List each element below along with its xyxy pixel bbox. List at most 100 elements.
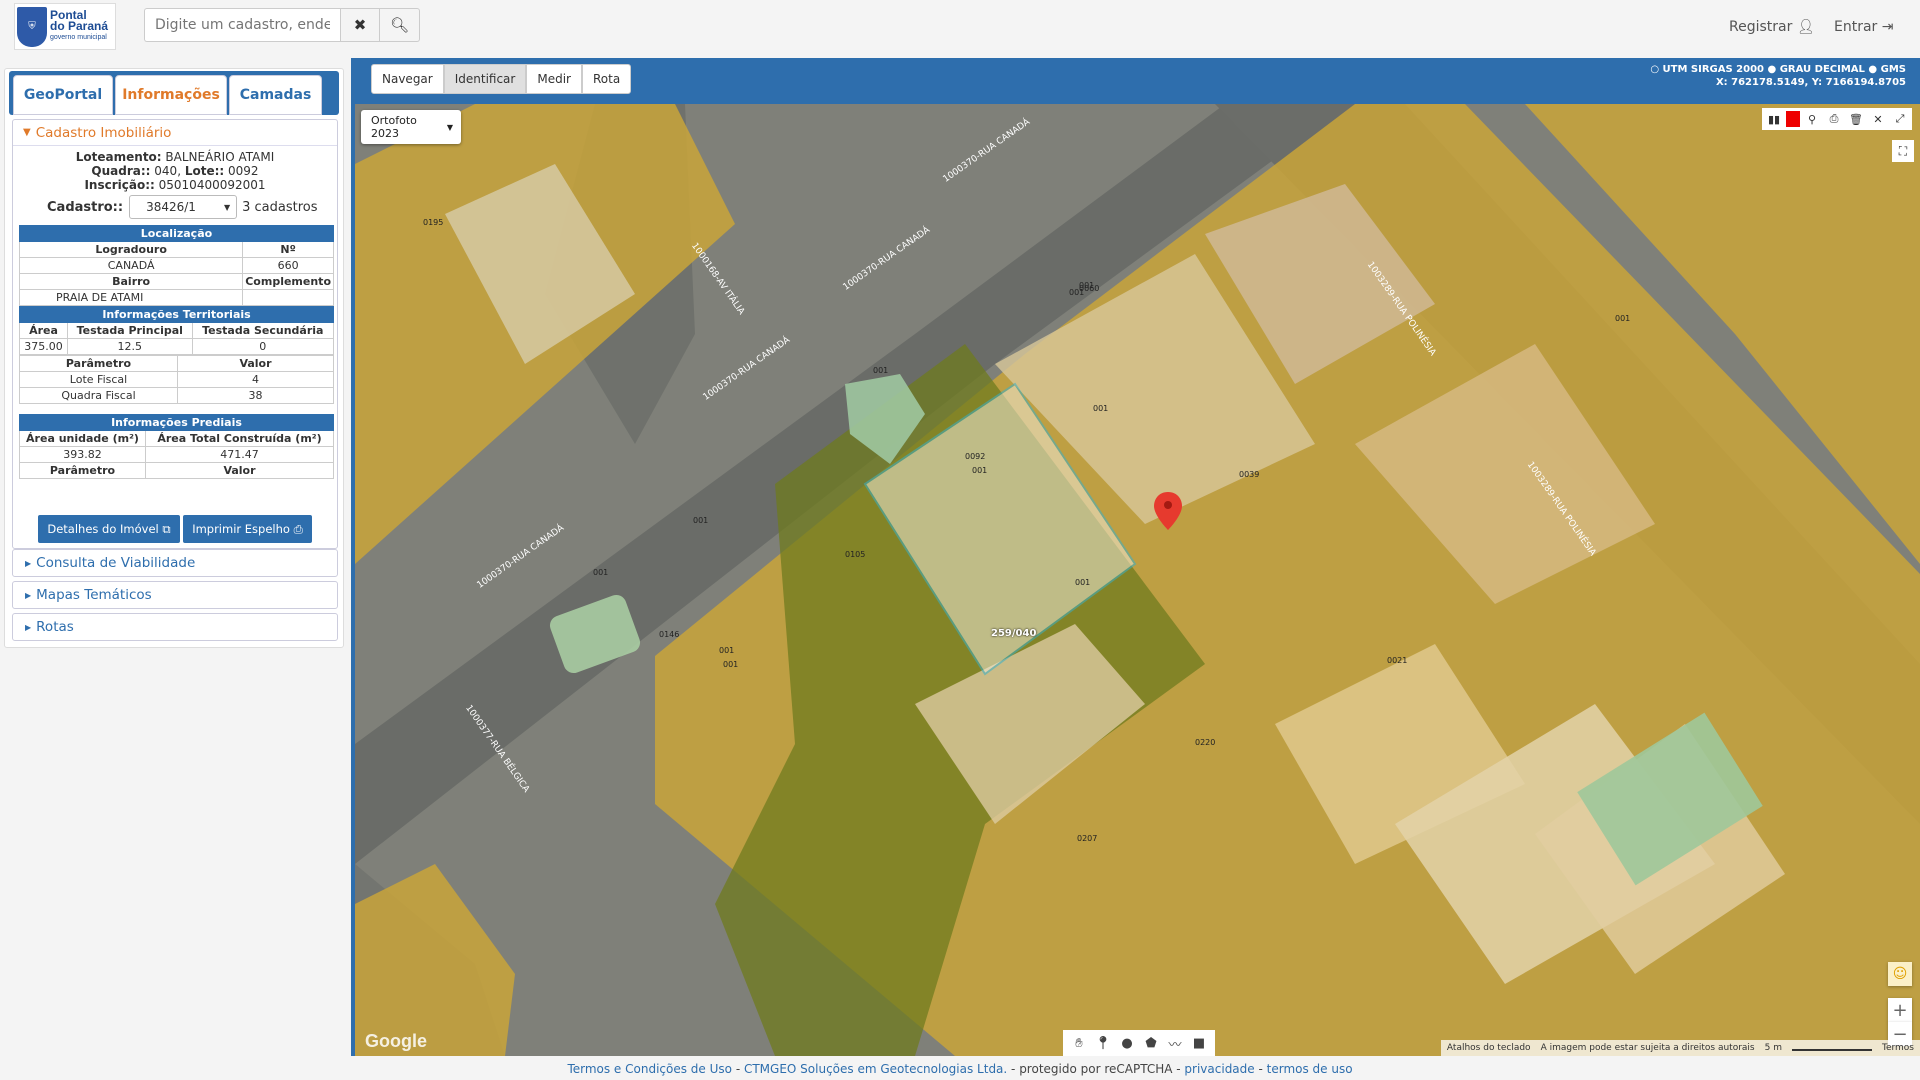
lot-label: 0195 [423, 218, 444, 227]
table-cell: CANADÁ [18, 257, 244, 274]
fullscreen-button[interactable]: ⛶ [1892, 140, 1914, 162]
user-icon: 👤︎ [1796, 19, 1815, 35]
crs-option-label: GMS [1880, 64, 1906, 75]
radio-gms[interactable]: ● [1868, 64, 1877, 75]
caret-right-icon: ▶ [25, 622, 32, 632]
basemap-select[interactable]: Ortofoto 2023 ▼ [361, 110, 461, 144]
close-icon[interactable]: ✕ [1868, 109, 1888, 129]
lot-label: 001 [593, 568, 609, 577]
terms-link[interactable]: Termos [1882, 1043, 1914, 1053]
cadastro-count: 3 cadastros [242, 199, 318, 215]
zoom-in-button[interactable]: + [1888, 998, 1912, 1022]
table-cell: 660 [242, 257, 334, 274]
close-icon: ✖ [353, 16, 367, 34]
print-icon[interactable]: ⎙ [1824, 109, 1844, 129]
expand-icon[interactable]: ⤢ [1890, 109, 1910, 129]
map-canvas[interactable]: 1000370-RUA CANADÁ 1000370-RUA CANADÁ 10… [355, 104, 1920, 1056]
lot-label: 001 [972, 466, 988, 475]
tool-rota[interactable]: Rota [581, 64, 632, 94]
copyright-note: A imagem pode estar sujeita a direitos a… [1540, 1043, 1755, 1053]
map-toolbar: ▮▮ ⚲ ⎙ 🗑︎ ✕ ⤢ [1762, 108, 1912, 130]
ctmgeo-link[interactable]: CTMGEO Soluções em Geotecnologias Ltda. [744, 1062, 1007, 1076]
caret-down-icon: ▼ [446, 122, 453, 132]
side-panel: GeoPortal Informações Camadas ▼ Cadastro … [4, 68, 344, 648]
login-label: Entrar [1834, 19, 1878, 35]
google-logo: Google [365, 1031, 427, 1051]
search-button[interactable]: 🔍︎ [380, 8, 420, 42]
cadastro-header[interactable]: ▼ Cadastro Imobiliário [13, 120, 337, 146]
lot-label: 001 [1075, 578, 1091, 587]
lot-label: 001 [693, 516, 709, 525]
sign-in-icon: ⇥ [1881, 19, 1894, 35]
search-input[interactable] [144, 8, 340, 42]
accordion-rotas[interactable]: ▶ Rotas [12, 613, 338, 641]
cadastro-label: Cadastro:: [47, 199, 124, 215]
lot-label: 0021 [1387, 656, 1408, 665]
imprimir-espelho-button[interactable]: Imprimir Espelho ⎙ [183, 515, 312, 543]
pegman-button[interactable]: ☺︎ [1888, 962, 1912, 986]
cadastro-row: Cadastro:: 38426/1 ▼ 3 cadastros [13, 195, 337, 219]
top-bar: ⛨ Pontal do Paraná governo municipal ✖ 🔍… [0, 0, 1920, 58]
scale-label: 5 m [1764, 1043, 1782, 1053]
coordinate-readout: X: 762178.5149, Y: 7166194.8705 [1715, 77, 1906, 88]
radio-utm[interactable]: ○ [1650, 64, 1659, 75]
drawing-toolbar: ✋︎ 📍︎ ● ⬟ 〰 ■ [1063, 1030, 1215, 1056]
table-cell: 471.47 [145, 446, 334, 463]
search-bar: ✖ 🔍︎ [144, 8, 420, 42]
municipal-logo[interactable]: ⛨ Pontal do Paraná governo municipal [14, 3, 116, 50]
map-container: Navegar Identificar Medir Rota ○ UTM SIR… [351, 58, 1920, 1056]
tab-geoportal[interactable]: GeoPortal [13, 75, 113, 115]
zoom-search-icon[interactable]: ⚲ [1802, 109, 1822, 129]
polygon-icon[interactable]: ⬟ [1141, 1036, 1161, 1051]
marker-icon[interactable]: 📍︎ [1093, 1036, 1113, 1051]
clear-search-button[interactable]: ✖ [340, 8, 380, 42]
fullscreen-icon: ⛶ [1898, 143, 1908, 158]
logo-line3: governo municipal [50, 34, 107, 41]
caret-right-icon: ▶ [25, 590, 32, 600]
register-link[interactable]: Registrar 👤︎ [1729, 19, 1815, 35]
lot-label: 001 [723, 660, 739, 669]
trash-icon[interactable]: 🗑︎ [1846, 109, 1866, 129]
circle-icon[interactable]: ● [1117, 1036, 1137, 1051]
crs-option-label: UTM SIRGAS 2000 [1662, 64, 1765, 75]
terms-conditions-link[interactable]: Termos e Condições de Uso [567, 1062, 732, 1076]
hand-icon[interactable]: ✋︎ [1069, 1036, 1089, 1051]
pegman-icon: ☺︎ [1892, 966, 1908, 982]
rectangle-icon[interactable]: ■ [1189, 1036, 1209, 1051]
cadastro-title: Cadastro Imobiliário [35, 124, 172, 141]
terms-of-use-link[interactable]: termos de uso [1267, 1062, 1353, 1076]
keyboard-shortcuts-link[interactable]: Atalhos do teclado [1447, 1043, 1531, 1053]
tool-medir[interactable]: Medir [526, 64, 582, 94]
recaptcha-note: - protegido por reCAPTCHA - [1007, 1062, 1185, 1076]
tool-identificar[interactable]: Identificar [443, 64, 527, 94]
table-cell: 12.5 [67, 338, 193, 355]
coat-of-arms-icon: ⛨ [17, 6, 47, 47]
tab-camadas[interactable]: Camadas [229, 75, 322, 115]
accordion-mapas-tematicos[interactable]: ▶ Mapas Temáticos [12, 581, 338, 609]
footer-separator: - [732, 1062, 744, 1076]
panel-tabs: GeoPortal Informações Camadas [9, 71, 339, 115]
search-icon: 🔍︎ [389, 16, 410, 34]
radio-grau[interactable]: ● [1768, 64, 1777, 75]
detalhes-imovel-button[interactable]: Detalhes do Imóvel ⧉ [38, 515, 180, 543]
print-icon: ⎙ [293, 521, 303, 536]
lot-label: 0146 [659, 630, 680, 639]
prediais-table: Informações Prediais Área unidade (m²) Ár… [19, 414, 334, 479]
register-label: Registrar [1729, 19, 1793, 35]
parametros-table: Parâmetro Valor Lote Fiscal 4 Quadra Fisca… [19, 355, 334, 404]
map-tool-buttons: Navegar Identificar Medir Rota [371, 64, 632, 94]
lot-label: 0092 [965, 452, 986, 461]
chart-icon[interactable]: ▮▮ [1764, 109, 1784, 129]
login-link[interactable]: Entrar ⇥ [1834, 19, 1894, 35]
accordion-consulta-viabilidade[interactable]: ▶ Consulta de Viabilidade [12, 549, 338, 577]
tab-informacoes[interactable]: Informações [115, 75, 227, 115]
table-cell: Lote Fiscal [19, 371, 178, 388]
privacy-link[interactable]: privacidade [1184, 1062, 1254, 1076]
cadastro-select[interactable]: 38426/1 ▼ [129, 195, 238, 219]
polyline-icon[interactable]: 〰 [1165, 1034, 1185, 1053]
basemap-label: Ortofoto 2023 [371, 114, 417, 140]
lot-label: 001 [1615, 314, 1631, 323]
color-swatch-icon[interactable] [1786, 111, 1800, 127]
tool-navegar[interactable]: Navegar [371, 64, 444, 94]
table-cell: 38 [177, 387, 334, 404]
